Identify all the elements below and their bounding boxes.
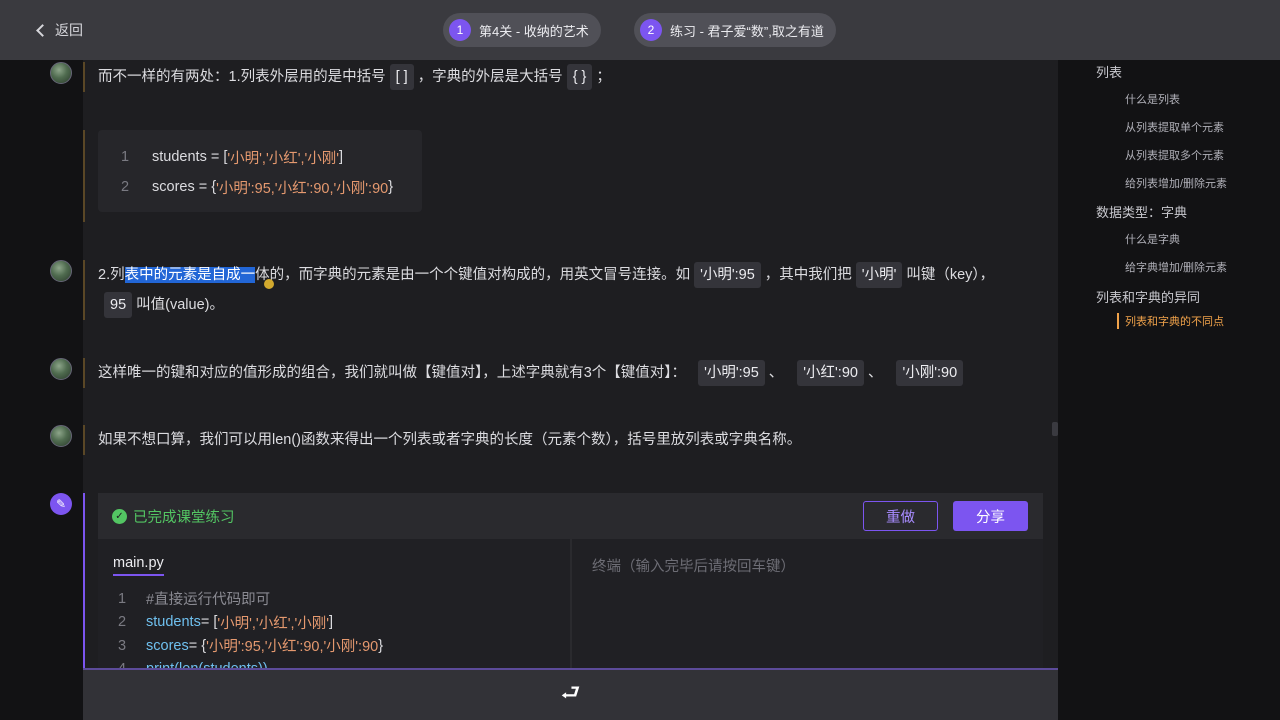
text: ； (596, 69, 611, 85)
stage-number: 2 (640, 19, 662, 41)
line-number: 3 (117, 637, 127, 654)
stage-pill-1[interactable]: 1 第4关 - 收纳的艺术 (443, 13, 601, 47)
code-chip: '小明' (855, 262, 903, 288)
avatar (50, 62, 72, 84)
text: 、 (768, 365, 784, 381)
code-text: students = [ (152, 149, 228, 165)
toc-item[interactable]: 从列表提取单个元素 (1125, 119, 1224, 135)
text: 体的，而字典的元素是由一个个键值对构成的，用英文冒号连接。如 (255, 267, 691, 283)
text: 叫值(value)。 (136, 297, 224, 313)
bottom-bar: ⮐ (83, 668, 1058, 720)
timeline-line (83, 358, 85, 388)
code-text: scores = { (152, 179, 217, 195)
next-arrow-icon[interactable]: ⮐ (561, 676, 581, 714)
text: ，其中我们把 (764, 267, 852, 283)
top-bar: 返回 1 第4关 - 收纳的艺术 2 练习 - 君子爱“数”,取之有道 (0, 0, 1280, 60)
code-chip: '小明':95 (698, 360, 765, 386)
text: 叫键（key）， (906, 267, 995, 283)
paragraph-3: 这样唯一的键和对应的值形成的组合，我们就叫做【键值对】，上述字典就有3个【键值对… (98, 358, 967, 388)
code-string: '小明':95,'小红':90,'小刚':90 (206, 639, 379, 656)
timeline-line (83, 62, 85, 92)
editor-line: 2 students = ['小明','小红','小刚'] (98, 611, 383, 635)
code-line: 1 students = ['小明','小红','小刚'] (98, 142, 422, 172)
editor-lines: 1 #直接运行代码即可 2 students = ['小明','小红','小刚'… (98, 587, 383, 681)
code-chip: [ ] (389, 64, 414, 90)
code-block: 1 students = ['小明','小红','小刚'] 2 scores =… (98, 130, 422, 212)
code-string: '小明':95,'小红':90,'小刚':90 (216, 180, 389, 197)
timeline-line (83, 425, 85, 455)
toc-item[interactable]: 从列表提取多个元素 (1125, 147, 1224, 163)
stage-label: 练习 - 君子爱“数”,取之有道 (670, 23, 824, 39)
back-button[interactable]: 返回 (36, 20, 83, 40)
line-number: 1 (120, 149, 130, 165)
text: 如果不想口算，我们可以用len()函数来得出一个列表或者字典的长度（元素个数），… (98, 432, 802, 448)
code-variable: students (146, 614, 201, 631)
timeline-line (83, 493, 85, 668)
avatar (50, 425, 72, 447)
code-chip: '小明':95 (694, 262, 761, 288)
share-button[interactable]: 分享 (953, 501, 1028, 531)
line-number: 2 (117, 614, 127, 631)
stage-number: 1 (449, 19, 471, 41)
toc-item[interactable]: 什么是列表 (1125, 91, 1180, 107)
text: ，字典的外层是大括号 (417, 69, 563, 85)
code-text: ] (339, 149, 344, 165)
code-chip: { } (566, 64, 593, 90)
code-editor[interactable]: main.py 1 #直接运行代码即可 2 students = ['小明','… (98, 539, 570, 677)
code-text: = { (188, 637, 207, 654)
code-line: 2 scores = {'小明':95,'小红':90,'小刚':90} (98, 172, 422, 202)
code-text: = [ (200, 614, 218, 631)
text: 2.列 (98, 267, 125, 283)
selected-text: 表中的元素是自成一 (124, 267, 256, 283)
toc-item[interactable]: 给字典增加/删除元素 (1125, 259, 1227, 275)
toc-item[interactable]: 什么是字典 (1125, 231, 1180, 247)
toc-item[interactable]: 列表 (1096, 62, 1122, 81)
left-gutter (0, 60, 83, 720)
paragraph-2-line-2: 95 叫值(value)。 (98, 290, 224, 320)
code-comment: #直接运行代码即可 (146, 592, 271, 609)
file-tab-main-py[interactable]: main.py (113, 555, 164, 576)
code-string: '小明','小红','小刚' (217, 615, 330, 632)
line-number: 1 (117, 590, 127, 607)
code-chip: '小刚':90 (896, 360, 964, 386)
code-string: '小明','小红','小刚' (227, 150, 340, 167)
toc-item-active[interactable]: 列表和字典的不同点 (1117, 313, 1224, 329)
timeline-line (83, 130, 85, 222)
text: 、 (867, 365, 883, 381)
terminal-panel[interactable]: 终端（输入完毕后请按回车键） (572, 539, 1043, 668)
paragraph-4: 如果不想口算，我们可以用len()函数来得出一个列表或者字典的长度（元素个数），… (98, 425, 801, 455)
toc-item[interactable]: 给列表增加/删除元素 (1125, 175, 1227, 191)
text: 这样唯一的键和对应的值形成的组合，我们就叫做【键值对】，上述字典就有3个【键值对… (98, 365, 687, 381)
avatar (50, 358, 72, 380)
toc-item[interactable]: 数据类型：字典 (1096, 202, 1187, 221)
exercise-panel: ✓ 已完成课堂练习 重做 分享 main.py 1 #直接运行代码即可 2 st… (98, 493, 1043, 677)
pen-icon: ✎ (50, 493, 72, 515)
paragraph-2: 2.列表中的元素是自成一体的，而字典的元素是由一个个键值对构成的，用英文冒号连接… (98, 260, 994, 290)
check-circle-icon: ✓ (112, 508, 127, 524)
code-text: } (388, 179, 394, 195)
terminal-placeholder: 终端（输入完毕后请按回车键） (592, 559, 795, 575)
redo-button[interactable]: 重做 (863, 501, 938, 531)
code-chip: '小红':90 (797, 360, 864, 386)
stage-label: 第4关 - 收纳的艺术 (479, 23, 589, 39)
completion-status: 已完成课堂练习 (133, 509, 235, 526)
editor-line: 3 scores = {'小明':95,'小红':90,'小刚':90} (98, 634, 383, 658)
code-text: } (378, 637, 384, 654)
timeline-line (83, 260, 85, 320)
stage-pill-2[interactable]: 2 练习 - 君子爱“数”,取之有道 (634, 13, 836, 47)
paragraph-1: 而不一样的有两处：1.列表外层用的是中括号[ ] ，字典的外层是大括号{ }； (98, 62, 611, 92)
back-label: 返回 (55, 22, 83, 38)
code-chip: 95 (104, 292, 133, 318)
code-variable: scores (146, 637, 189, 654)
text: 而不一样的有两处：1.列表外层用的是中括号 (98, 69, 386, 85)
avatar (50, 260, 72, 282)
code-text: ] (329, 614, 334, 631)
chevron-left-icon (36, 23, 49, 37)
line-number: 2 (120, 179, 130, 195)
toc-item[interactable]: 列表和字典的异同 (1096, 287, 1200, 306)
mouse-cursor (264, 279, 274, 289)
editor-line: 1 #直接运行代码即可 (98, 587, 383, 611)
